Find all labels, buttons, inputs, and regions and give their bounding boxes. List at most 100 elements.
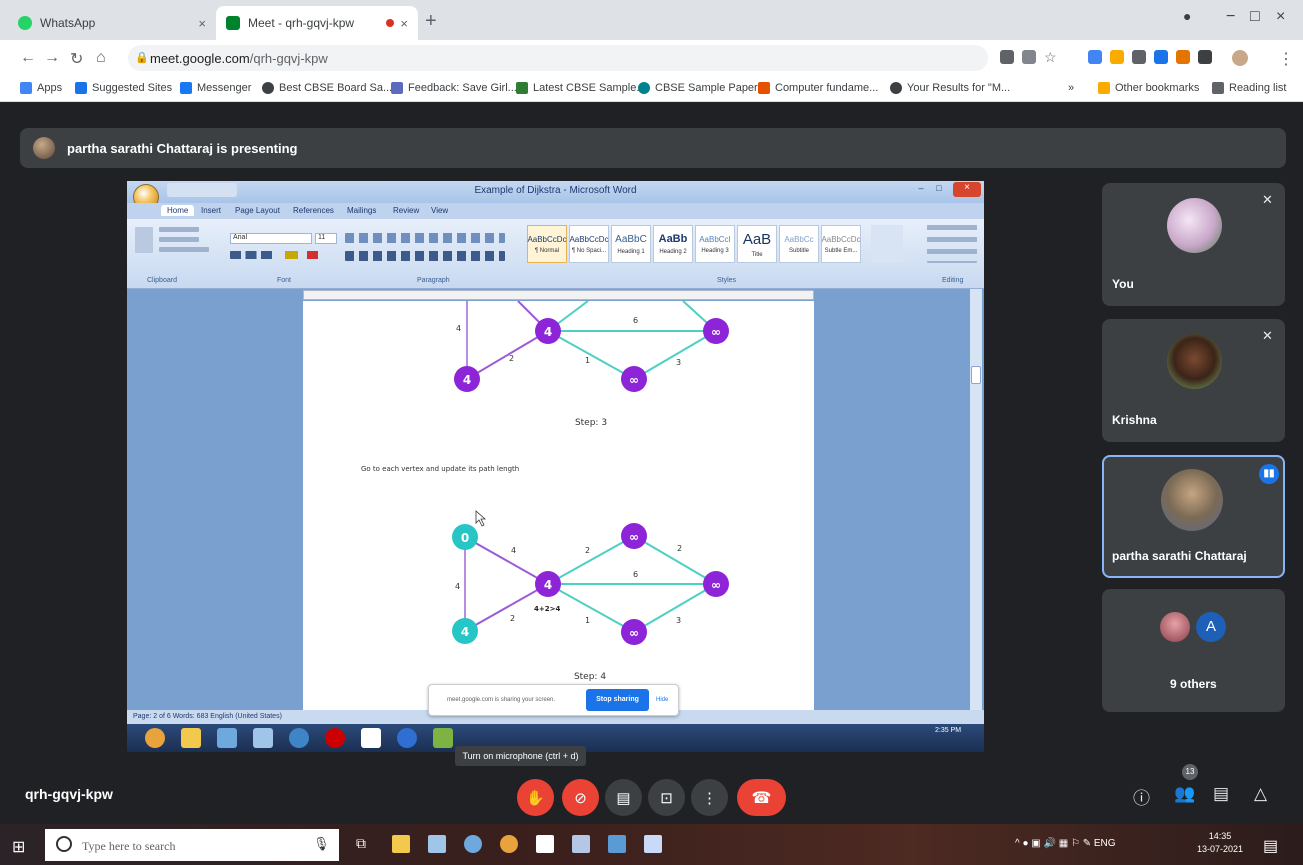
back-icon[interactable]: ← [20,49,36,67]
bookmarks-overflow-icon[interactable]: » [1068,82,1074,94]
hide-banner-button[interactable]: Hide [656,697,668,703]
camera-icon[interactable] [1000,50,1014,64]
style-heading-1[interactable]: AaBbC Heading 1 [611,225,651,263]
app-icon[interactable] [464,835,482,853]
close-window-button[interactable]: × [1276,8,1285,26]
style-no-spacing[interactable]: AaBbCcDc ¶ No Spaci... [569,225,609,263]
file-explorer-icon[interactable] [392,835,410,853]
chrome-icon[interactable] [500,835,518,853]
style-subtitle[interactable]: AaBbCc Subtitle [779,225,819,263]
style-heading-2[interactable]: AaBb Heading 2 [653,225,693,263]
close-tab-icon[interactable]: × [400,16,408,31]
font-name-select[interactable]: Arial [230,233,312,244]
reload-icon[interactable]: ↻ [70,49,83,69]
quick-access-toolbar[interactable] [167,183,237,197]
chat-icon[interactable]: ▤ [1213,784,1229,804]
document-page[interactable]: 4 6 2 1 3 4 4 ∞ ∞ Step: 3 Go to each ver… [303,300,814,711]
style-heading-3[interactable]: AaBbCcI Heading 3 [695,225,735,263]
minimize-icon[interactable]: – [913,183,929,197]
bookmark-item[interactable]: Best CBSE Board Sa... [262,82,392,94]
lock-icon[interactable]: 🔒 [135,51,149,64]
editing-buttons[interactable] [927,225,977,263]
profile-icon[interactable]: ● [1183,8,1191,24]
tab-meet[interactable]: Meet - qrh-gqvj-kpw × [216,6,418,40]
bookmark-item[interactable]: Your Results for "M... [890,82,1010,94]
activities-icon[interactable]: △ [1254,784,1267,804]
extension-icon[interactable] [1088,50,1102,64]
minimize-button[interactable]: − [1226,8,1235,26]
home-icon[interactable]: ⌂ [96,49,106,67]
bookmark-item[interactable]: CBSE Sample Paper... [638,82,766,94]
font-format-buttons[interactable] [230,251,340,259]
cut-icon[interactable] [159,227,199,232]
translate-icon[interactable] [1022,50,1036,64]
style-title[interactable]: AaB Title [737,225,777,263]
extension-icon[interactable] [1110,50,1124,64]
bookmark-item[interactable]: Computer fundame... [758,82,878,94]
maximize-button[interactable]: □ [1250,8,1260,26]
word-tab-page-layout[interactable]: Page Layout [235,206,280,215]
present-button[interactable]: ⊡ [648,779,685,816]
word-tab-review[interactable]: Review [393,206,419,215]
extension-icon[interactable] [1154,50,1168,64]
close-icon[interactable]: × [953,182,981,197]
notification-icon[interactable]: ▤ [1263,836,1278,856]
store-icon[interactable] [536,835,554,853]
leave-call-button[interactable]: ☎ [737,779,786,816]
maximize-icon[interactable]: □ [931,183,947,197]
bookmark-other[interactable]: Other bookmarks [1098,82,1199,94]
paragraph-align-buttons[interactable] [345,251,505,261]
shared-screen[interactable]: Example of Dijkstra - Microsoft Word – □… [127,181,984,752]
vertical-scrollbar[interactable] [970,289,982,711]
participant-tile-others[interactable] [1102,589,1285,712]
taskbar-clock[interactable]: 14:35 13-07-2021 [1197,830,1243,856]
bookmark-item[interactable]: Messenger [180,82,251,94]
captions-button[interactable]: ▤ [605,779,642,816]
paste-icon[interactable] [135,227,153,253]
bookmark-item[interactable]: Latest CBSE Sample... [516,82,646,94]
app-icon[interactable] [608,835,626,853]
copy-icon[interactable] [159,237,199,242]
word-tab-mailings[interactable]: Mailings [347,206,376,215]
bookmark-star-icon[interactable]: ☆ [1044,49,1057,66]
close-tab-icon[interactable]: × [198,16,206,31]
microphone-off-button[interactable]: ✋ [517,779,554,816]
tab-whatsapp[interactable]: WhatsApp × [8,6,216,40]
extension-icon[interactable] [1132,50,1146,64]
style-normal[interactable]: AaBbCcDc ¶ Normal [527,225,567,263]
change-styles-icon[interactable] [871,225,903,263]
windows-start-icon[interactable]: ⊞ [12,837,25,857]
app-icon[interactable] [644,835,662,853]
word-tab-insert[interactable]: Insert [201,206,221,215]
word-tab-view[interactable]: View [431,206,448,215]
bookmark-item[interactable]: Suggested Sites [75,82,172,94]
bookmark-apps[interactable]: Apps [20,82,62,94]
bookmark-reading-list[interactable]: Reading list [1212,82,1286,94]
task-view-icon[interactable]: ⧉ [356,835,374,853]
url-text[interactable]: meet.google.com/qrh-gqvj-kpw [150,51,328,66]
format-painter-icon[interactable] [159,247,209,252]
app-icon[interactable] [572,835,590,853]
people-icon[interactable]: 👥 [1174,784,1195,804]
new-tab-button[interactable]: + [425,10,437,33]
forward-icon[interactable]: → [44,49,60,67]
font-size-select[interactable]: 11 [315,233,337,244]
app-icon[interactable] [428,835,446,853]
microphone-icon[interactable]: 🎙 [313,836,330,852]
menu-icon[interactable]: ⋮ [1278,49,1294,69]
style-subtle-emphasis[interactable]: AaBbCcDc Subtle Em... [821,225,861,263]
word-tab-home[interactable]: Home [161,205,195,216]
camera-off-button[interactable]: ⊘ [562,779,599,816]
scrollbar-thumb[interactable] [971,366,981,384]
extension-icon[interactable] [1176,50,1190,64]
more-options-button[interactable]: ⋮ [691,779,728,816]
stop-sharing-button[interactable]: Stop sharing [586,689,649,711]
puzzle-icon[interactable] [1198,50,1212,64]
bookmark-item[interactable]: Feedback: Save Girl... [391,82,517,94]
word-tab-references[interactable]: References [293,206,334,215]
paragraph-list-buttons[interactable] [345,233,505,243]
system-tray[interactable]: ^ ● ▣ 🔊 ▦ ⚐ ✎ ENG [1015,838,1116,849]
profile-avatar[interactable] [1232,50,1248,66]
style-name: ¶ No Spaci... [571,247,607,254]
meeting-details-icon[interactable]: ⓘ [1133,784,1150,809]
